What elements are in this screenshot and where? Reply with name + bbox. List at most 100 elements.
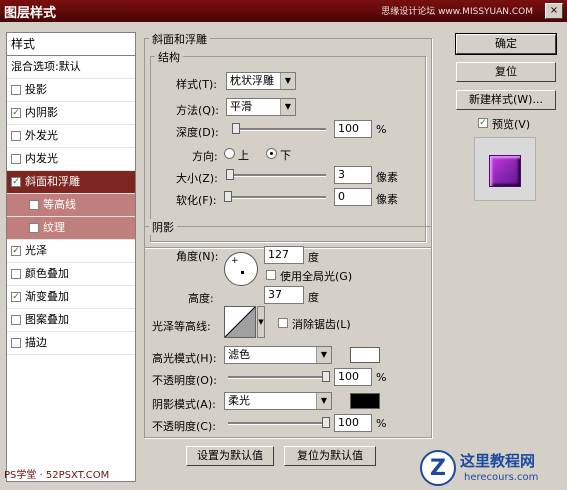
highlight-opacity-slider[interactable] — [228, 371, 330, 383]
style-item-label: 纹理 — [43, 221, 65, 234]
style-item-checkbox[interactable] — [11, 315, 21, 325]
style-item-checkbox[interactable] — [11, 131, 21, 141]
reset-default-button[interactable]: 复位为默认值 — [284, 446, 376, 466]
shadow-mode-select[interactable]: 柔光 ▼ — [224, 392, 332, 410]
style-item-label: 光泽 — [25, 244, 47, 257]
shadow-mode-label: 阴影模式(A): — [152, 398, 216, 411]
highlight-mode-label: 高光模式(H): — [152, 352, 217, 365]
shadow-opacity-slider[interactable] — [228, 417, 330, 429]
style-item[interactable]: 描边 — [7, 332, 135, 355]
style-item-label: 投影 — [25, 83, 47, 96]
style-item-checkbox[interactable] — [11, 269, 21, 279]
make-default-button[interactable]: 设置为默认值 — [186, 446, 274, 466]
reset-button[interactable]: 复位 — [456, 62, 556, 82]
slider-track — [228, 376, 326, 379]
shadow-color-swatch[interactable] — [350, 393, 380, 409]
gloss-contour-label: 光泽等高线: — [152, 320, 211, 333]
style-item[interactable]: ✓ 内阴影 — [7, 102, 135, 125]
style-item-checkbox[interactable]: ✓ — [11, 292, 21, 302]
percent-unit: % — [376, 417, 387, 430]
slider-thumb[interactable] — [224, 191, 232, 202]
slider-thumb[interactable] — [225, 169, 234, 180]
style-item-label: 图案叠加 — [25, 313, 69, 326]
style-item[interactable]: ✓ 斜面和浮雕 — [7, 171, 135, 194]
style-select[interactable]: 枕状浮雕 ▼ — [226, 72, 296, 90]
logo-name: 这里教程网 — [460, 452, 536, 470]
style-item[interactable]: ✓ 光泽 — [7, 240, 135, 263]
ps-watermark: PS学堂 · 52PSXT.COM — [4, 470, 110, 481]
size-slider[interactable] — [225, 169, 326, 181]
angle-label: 角度(N): — [176, 250, 219, 263]
style-item-checkbox[interactable] — [11, 154, 21, 164]
slider-track — [228, 196, 326, 199]
crosshair-icon: + — [231, 256, 239, 266]
global-light-label: 使用全局光(G) — [280, 270, 353, 283]
style-item-checkbox[interactable]: ✓ — [11, 177, 21, 187]
shadow-mode-value: 柔光 — [228, 394, 250, 407]
style-item-checkbox[interactable]: ✓ — [11, 108, 21, 118]
depth-input[interactable]: 100 — [334, 120, 372, 138]
direction-down-radio[interactable] — [266, 148, 277, 159]
slider-thumb[interactable] — [232, 123, 240, 134]
direction-up-label: 上 — [238, 149, 249, 162]
slider-thumb[interactable] — [322, 371, 330, 382]
style-item[interactable]: 内发光 — [7, 148, 135, 171]
logo-url: herecours.com — [464, 472, 539, 483]
chevron-down-icon: ▼ — [316, 347, 331, 363]
soften-slider[interactable] — [224, 191, 326, 203]
style-item[interactable]: 纹理 — [7, 217, 135, 240]
direction-up-radio[interactable] — [224, 148, 235, 159]
style-item[interactable]: 颜色叠加 — [7, 263, 135, 286]
ok-button[interactable]: 确定 — [455, 33, 557, 55]
style-item[interactable]: 图案叠加 — [7, 309, 135, 332]
chevron-down-icon: ▼ — [316, 393, 331, 409]
style-item-checkbox[interactable] — [11, 85, 21, 95]
size-label: 大小(Z): — [176, 172, 218, 185]
style-item-checkbox[interactable] — [29, 223, 39, 233]
percent-unit: % — [376, 371, 387, 384]
angle-input[interactable]: 127 — [264, 246, 304, 264]
technique-select[interactable]: 平滑 ▼ — [226, 98, 296, 116]
style-item-checkbox[interactable] — [29, 200, 39, 210]
close-button[interactable]: × — [545, 3, 563, 19]
styles-header[interactable]: 样式 — [7, 33, 135, 56]
style-item[interactable]: 投影 — [7, 79, 135, 102]
style-item[interactable]: 混合选项:默认 — [7, 56, 135, 79]
chevron-down-icon: ▼ — [280, 99, 295, 115]
style-item-checkbox[interactable] — [11, 338, 21, 348]
style-item[interactable]: 等高线 — [7, 194, 135, 217]
chevron-down-icon: ▼ — [280, 73, 295, 89]
style-item-label: 颜色叠加 — [25, 267, 69, 280]
direction-label: 方向: — [192, 150, 218, 163]
global-light-checkbox[interactable] — [266, 270, 276, 280]
style-item-label: 描边 — [25, 336, 47, 349]
angle-dial[interactable]: + — [224, 252, 258, 286]
antialias-checkbox[interactable] — [278, 318, 288, 328]
preview-checkbox[interactable]: ✓ — [478, 118, 488, 128]
shadow-opacity-input[interactable]: 100 — [334, 414, 372, 432]
slider-thumb[interactable] — [322, 417, 330, 428]
altitude-input[interactable]: 37 — [264, 286, 304, 304]
altitude-unit: 度 — [308, 291, 319, 304]
highlight-opacity-input[interactable]: 100 — [334, 368, 372, 386]
size-input[interactable]: 3 — [334, 166, 372, 184]
title-bar: 图层样式 思缘设计论坛 www.MISSYUAN.COM × — [0, 0, 567, 22]
style-label: 样式(T): — [176, 78, 218, 91]
soften-input[interactable]: 0 — [334, 188, 372, 206]
slider-track — [228, 174, 326, 177]
direction-down-label: 下 — [280, 149, 291, 162]
style-item[interactable]: 外发光 — [7, 125, 135, 148]
style-item-checkbox[interactable]: ✓ — [11, 246, 21, 256]
soften-unit: 像素 — [376, 193, 398, 206]
highlight-mode-select[interactable]: 滤色 ▼ — [224, 346, 332, 364]
highlight-color-swatch[interactable] — [350, 347, 380, 363]
slider-track — [236, 128, 326, 131]
depth-slider[interactable] — [232, 123, 326, 135]
soften-label: 软化(F): — [176, 194, 217, 207]
new-style-button[interactable]: 新建样式(W)... — [456, 90, 556, 110]
chevron-down-icon[interactable]: ▼ — [257, 306, 265, 338]
style-item[interactable]: ✓ 渐变叠加 — [7, 286, 135, 309]
technique-label: 方法(Q): — [176, 104, 219, 117]
gloss-contour-picker[interactable] — [224, 306, 256, 338]
technique-select-value: 平滑 — [230, 100, 252, 113]
